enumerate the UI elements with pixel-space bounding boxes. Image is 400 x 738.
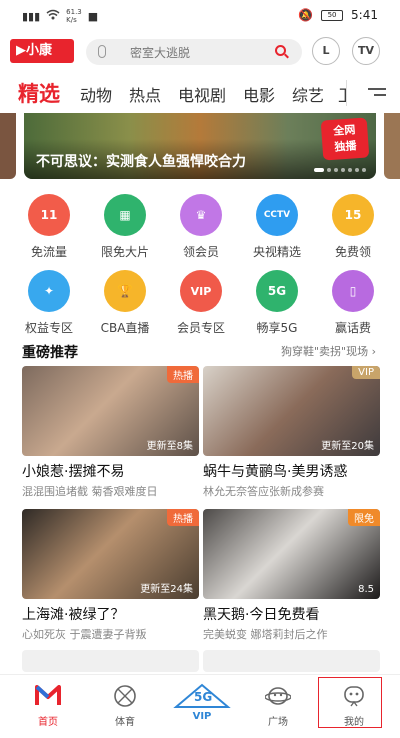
video-card[interactable]: 限免 8.5 黑天鹅·今日免费看 完美蜕变 娜塔莉封后之作 — [203, 509, 380, 642]
clock: 5:41 — [351, 8, 378, 22]
vip-icon: VIP — [180, 270, 222, 312]
tab-tv-series[interactable]: 电视剧 — [178, 82, 226, 106]
exclusive-badge: 全网 独播 — [320, 117, 370, 161]
vip-5g-icon: 5G — [172, 681, 232, 711]
section-more-link[interactable]: 狗穿鞋"卖拐"现场 › — [281, 343, 376, 359]
video-card-peek[interactable] — [203, 650, 380, 672]
rating-score: 8.5 — [358, 584, 374, 595]
microphone-icon[interactable] — [98, 45, 106, 58]
status-bar: ▮▮▮ 61.3 K/s ■ 🔕 50 5:41 — [0, 0, 400, 34]
shortcut-benefits[interactable]: ✦ 权益专区 — [14, 270, 84, 336]
shortcut-free-movies[interactable]: ▦ 限免大片 — [90, 194, 160, 260]
calendar-icon: 15 — [332, 194, 374, 236]
video-thumbnail: 热播 更新至24集 — [22, 509, 199, 599]
video-title: 蜗牛与黄鹂鸟·美男诱惑 — [203, 464, 348, 480]
chevron-right-icon: › — [371, 345, 376, 358]
mute-icon: 🔕 — [298, 8, 314, 22]
tag-badge: VIP — [352, 366, 380, 379]
notification-icon: ■ — [87, 9, 99, 23]
video-card[interactable]: VIP 更新至20集 蜗牛与黄鹂鸟·美男诱惑 林允无奈答应张新成参赛 — [203, 366, 380, 499]
video-subtitle: 林允无奈答应张新成参赛 — [203, 485, 324, 498]
episode-count: 更新至24集 — [140, 584, 193, 595]
nav-home[interactable]: 首页 — [8, 675, 88, 731]
tab-divider — [346, 80, 347, 106]
tab-movies[interactable]: 电影 — [243, 82, 275, 106]
video-card[interactable]: 热播 更新至8集 小娘惹·摆摊不易 混混围追堵截 菊香艰难度日 — [22, 366, 199, 499]
video-thumbnail: 限免 8.5 — [203, 509, 380, 599]
history-button[interactable]: L — [312, 37, 340, 65]
tag-badge: 限免 — [348, 509, 380, 526]
video-title: 黑天鹅·今日免费看 — [203, 607, 320, 623]
video-subtitle: 心如死灰 于震遭妻子背叛 — [22, 628, 147, 641]
free-data-icon: 11 — [28, 194, 70, 236]
tab-variety[interactable]: 综艺 — [292, 82, 324, 106]
nav-sports[interactable]: 体育 — [85, 675, 165, 731]
network-speed: 61.3 K/s — [66, 8, 82, 24]
tab-animals[interactable]: 动物 — [80, 82, 112, 106]
cctv-icon: CCTV — [256, 194, 298, 236]
search-icon[interactable] — [275, 45, 286, 56]
search-placeholder: 密室大逃脱 — [130, 46, 191, 60]
category-tabs: 精选 动物 热点 电视剧 电影 综艺 卫 — [0, 74, 400, 112]
carousel-dots — [314, 168, 366, 172]
tab-hot[interactable]: 热点 — [129, 82, 161, 106]
crown-icon: ♛ — [180, 194, 222, 236]
planet-icon — [265, 683, 291, 709]
svg-text:5G: 5G — [194, 690, 212, 704]
banner-prev-peek[interactable] — [0, 113, 16, 179]
home-icon — [35, 683, 61, 709]
search-bar[interactable]: 密室大逃脱 — [86, 39, 302, 65]
signal-icon: ▮▮▮ — [22, 9, 41, 23]
shortcut-cba-live[interactable]: 🏆 CBA直播 — [90, 270, 160, 336]
episode-count: 更新至20集 — [321, 441, 374, 452]
5g-icon: 5G — [256, 270, 298, 312]
video-thumbnail: VIP 更新至20集 — [203, 366, 380, 456]
wifi-icon — [46, 9, 60, 23]
video-title: 小娘惹·摆摊不易 — [22, 464, 125, 480]
trophy-icon: 🏆 — [104, 270, 146, 312]
tag-badge: 热播 — [167, 509, 199, 526]
app-screen: ▮▮▮ 61.3 K/s ■ 🔕 50 5:41 ▶小康 密室大逃脱 L TV … — [0, 0, 400, 738]
shortcut-get-vip[interactable]: ♛ 领会员 — [166, 194, 236, 260]
battery-icon: 50 — [321, 9, 344, 21]
benefits-icon: ✦ — [28, 270, 70, 312]
section-title: 重磅推荐 — [22, 345, 78, 361]
tag-badge: 热播 — [167, 366, 199, 383]
nav-vip[interactable]: 5G VIP — [162, 675, 242, 731]
video-subtitle: 混混围追堵截 菊香艰难度日 — [22, 485, 158, 498]
episode-count: 更新至8集 — [146, 441, 193, 452]
video-title: 上海滩·被绿了？ — [22, 607, 125, 623]
shortcut-free-claim[interactable]: 15 免费领 — [318, 194, 388, 260]
video-subtitle: 完美蜕变 娜塔莉封后之作 — [203, 628, 328, 641]
featured-banner[interactable]: 不可思议：实测食人鱼强悍咬合力 全网 独播 — [24, 113, 376, 179]
profile-highlight-box — [318, 677, 382, 728]
nav-plaza[interactable]: 广场 — [238, 675, 318, 731]
shortcut-free-data[interactable]: 11 免流量 — [14, 194, 84, 260]
tab-satellite[interactable]: 卫 — [338, 82, 346, 106]
shortcut-win-credit[interactable]: ▯ 赢话费 — [318, 270, 388, 336]
shortcut-cctv[interactable]: CCTV 央视精选 — [242, 194, 312, 260]
top-header: ▶小康 密室大逃脱 L TV — [0, 34, 400, 70]
menu-icon[interactable] — [368, 88, 386, 102]
shortcut-vip-zone[interactable]: VIP 会员专区 — [166, 270, 236, 336]
banner-title: 不可思议：实测食人鱼强悍咬合力 — [36, 154, 246, 170]
video-thumbnail: 热播 更新至8集 — [22, 366, 199, 456]
tv-cast-button[interactable]: TV — [352, 37, 380, 65]
video-card-peek[interactable] — [22, 650, 199, 672]
film-icon: ▦ — [104, 194, 146, 236]
app-logo[interactable]: ▶小康 — [10, 39, 74, 63]
ball-icon — [112, 683, 138, 709]
tab-featured[interactable]: 精选 — [18, 78, 60, 108]
video-card[interactable]: 热播 更新至24集 上海滩·被绿了？ 心如死灰 于震遭妻子背叛 — [22, 509, 199, 642]
phone-icon: ▯ — [332, 270, 374, 312]
banner-next-peek[interactable] — [384, 113, 400, 179]
shortcut-5g[interactable]: 5G 畅享5G — [242, 270, 312, 336]
